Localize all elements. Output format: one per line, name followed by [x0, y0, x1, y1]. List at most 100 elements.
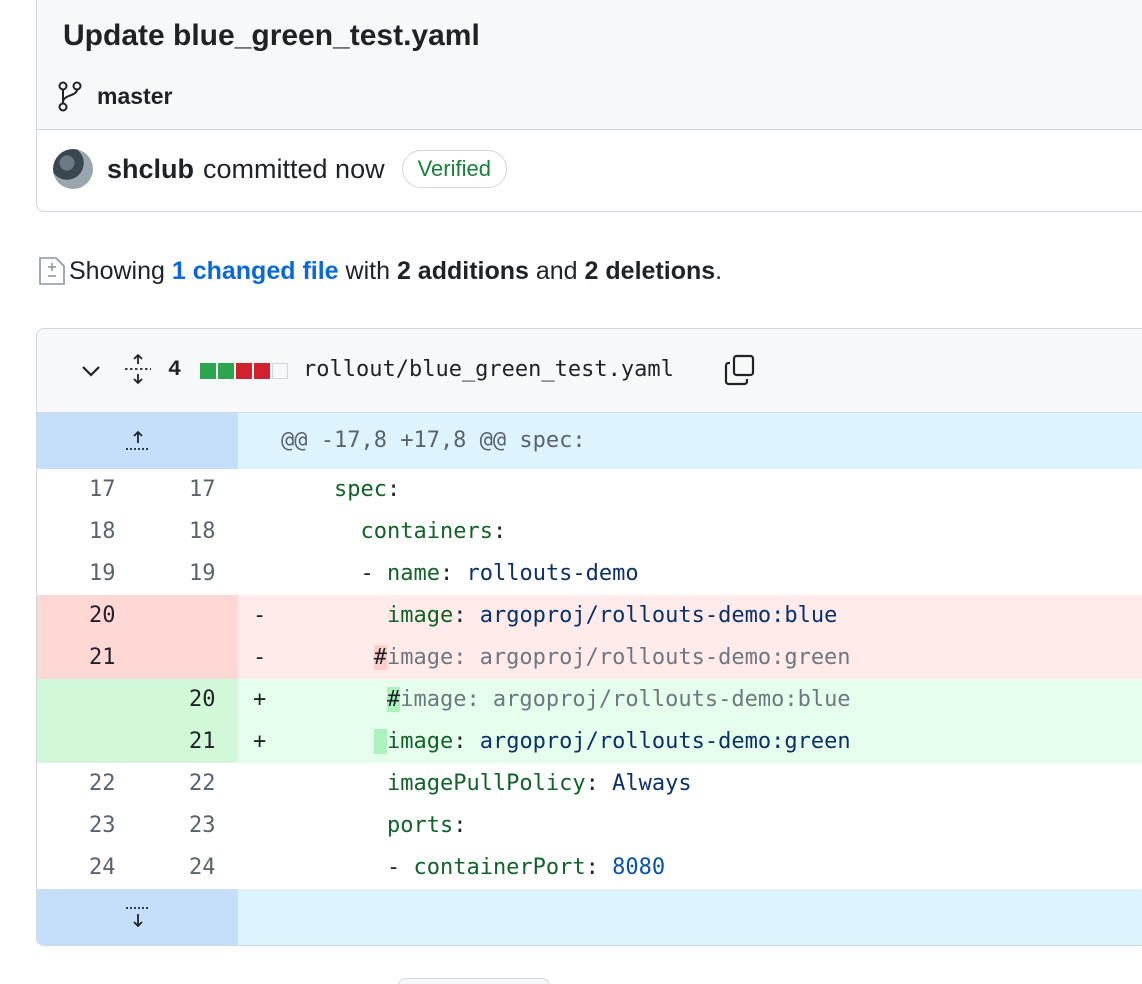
diff-line-ctx: 24 24 - containerPort: 8080 [37, 847, 1142, 889]
new-line-number[interactable]: 22 [189, 763, 216, 805]
diff-sign: - [253, 645, 267, 670]
verified-badge[interactable]: Verified [401, 150, 507, 188]
line-number-gutter: 21 [37, 637, 238, 679]
file-diff: 4 rollout/blue_green_test.yaml @@ -17,8 … [36, 328, 1142, 946]
code-token: - [360, 561, 387, 586]
changed-files-link[interactable]: 1 changed file [172, 257, 339, 286]
code-token: image [386, 729, 454, 754]
summary-prefix: Showing [69, 256, 165, 285]
old-line-number[interactable]: 20 [89, 595, 116, 637]
hunk-header-row: @@ -17,8 +17,8 @@ spec: [37, 413, 1142, 469]
old-line-number[interactable]: 24 [89, 847, 116, 889]
line-number-gutter: 20 [37, 679, 238, 721]
code-token: spec [333, 477, 387, 502]
diffstat-block [272, 363, 288, 379]
diff-summary: Showing 1 changed file with 2 additions … [37, 255, 722, 287]
line-number-gutter: 21 [37, 721, 238, 763]
new-line-number[interactable]: 19 [189, 553, 216, 595]
code-token: : [585, 855, 613, 880]
new-line-number[interactable]: 18 [189, 511, 216, 553]
code-token: imagePullPolicy [386, 771, 586, 796]
old-line-number[interactable]: 21 [89, 637, 116, 679]
new-line-number[interactable]: 17 [189, 469, 216, 511]
expand-up-icon [126, 430, 150, 450]
branch-row[interactable]: master [57, 79, 172, 113]
expand-all-icon[interactable] [123, 353, 153, 385]
copy-icon[interactable] [723, 353, 757, 387]
summary-with: with [345, 256, 390, 285]
file-header: 4 rollout/blue_green_test.yaml [37, 329, 1142, 413]
code-token: 8080 [612, 855, 666, 880]
branch-name: master [97, 82, 173, 109]
avatar[interactable] [53, 149, 93, 189]
diff-sign: + [253, 687, 267, 712]
diff-line-ctx: 19 19 - name: rollouts-demo [37, 553, 1142, 595]
code-token: argoproj/rollouts-demo:green [479, 729, 851, 754]
line-number-gutter: 22 22 [37, 763, 238, 805]
next-button-edge[interactable] [398, 978, 550, 984]
code-token: rollouts-demo [466, 561, 639, 586]
old-line-number[interactable]: 19 [89, 553, 116, 595]
author-name[interactable]: shclub [107, 154, 194, 185]
code-line: imagePullPolicy: Always [281, 763, 1142, 805]
code-token: argoproj/rollouts-demo:blue [479, 603, 838, 628]
expand-down-icon [126, 907, 150, 928]
code-line: - containerPort: 8080 [281, 847, 1142, 889]
diff-line-ctx: 22 22 imagePullPolicy: Always [37, 763, 1142, 805]
diffstat-block [218, 363, 234, 379]
diffstat [200, 363, 288, 379]
code-token: : [386, 477, 401, 502]
old-line-number[interactable]: 23 [89, 805, 116, 847]
summary-and: and [535, 256, 578, 285]
chevron-down-icon[interactable] [79, 359, 103, 383]
code-token: # [386, 687, 401, 712]
code-token [373, 729, 387, 754]
author-row: shclub committed now Verified [53, 147, 507, 191]
git-branch-icon [58, 81, 82, 112]
code-line: - name: rollouts-demo [281, 553, 1142, 595]
code-line: image: argoproj/rollouts-demo:blue [281, 595, 1142, 637]
diffstat-block [254, 363, 270, 379]
code-token: : [439, 561, 467, 586]
code-token: containerPort [413, 855, 586, 880]
diffstat-block [236, 363, 252, 379]
code-token: image: argoproj/rollouts-demo:green [386, 645, 851, 670]
commit-title: Update blue_green_test.yaml [63, 19, 480, 52]
old-line-number[interactable]: 18 [89, 511, 116, 553]
expand-down-button[interactable] [37, 889, 238, 945]
new-line-number[interactable]: 20 [189, 679, 216, 721]
diff-table: @@ -17,8 +17,8 @@ spec: 17 17 spec: 18 18 c… [37, 413, 1142, 945]
hunk-header-text: @@ -17,8 +17,8 @@ spec: [281, 428, 586, 453]
line-number-gutter: 19 19 [37, 553, 238, 595]
code-line: containers: [281, 511, 1142, 553]
old-line-number[interactable]: 22 [89, 763, 116, 805]
diff-sign: + [253, 729, 267, 754]
diff-line-add: 21 + image: argoproj/rollouts-demo:green [37, 721, 1142, 763]
code-token: : [453, 729, 480, 754]
new-line-number[interactable]: 23 [189, 805, 216, 847]
old-line-number[interactable]: 17 [89, 469, 116, 511]
new-line-number[interactable]: 24 [189, 847, 216, 889]
file-path[interactable]: rollout/blue_green_test.yaml [303, 357, 674, 382]
additions-count: 2 additions [396, 256, 529, 285]
code-line: #image: argoproj/rollouts-demo:blue [281, 679, 1142, 721]
diff-line-ctx: 23 23 ports: [37, 805, 1142, 847]
line-number-gutter: 24 24 [37, 847, 238, 889]
line-number-gutter: 18 18 [37, 511, 238, 553]
code-token: name [386, 561, 440, 586]
code-token: : [585, 771, 613, 796]
code-token: containers [360, 519, 493, 544]
diffstat-block [200, 363, 216, 379]
deletions-count: 2 deletions [584, 256, 716, 285]
code-token: - [386, 855, 414, 880]
expand-up-button[interactable] [37, 413, 238, 469]
new-line-number[interactable]: 21 [189, 721, 216, 763]
code-token: : [492, 519, 507, 544]
